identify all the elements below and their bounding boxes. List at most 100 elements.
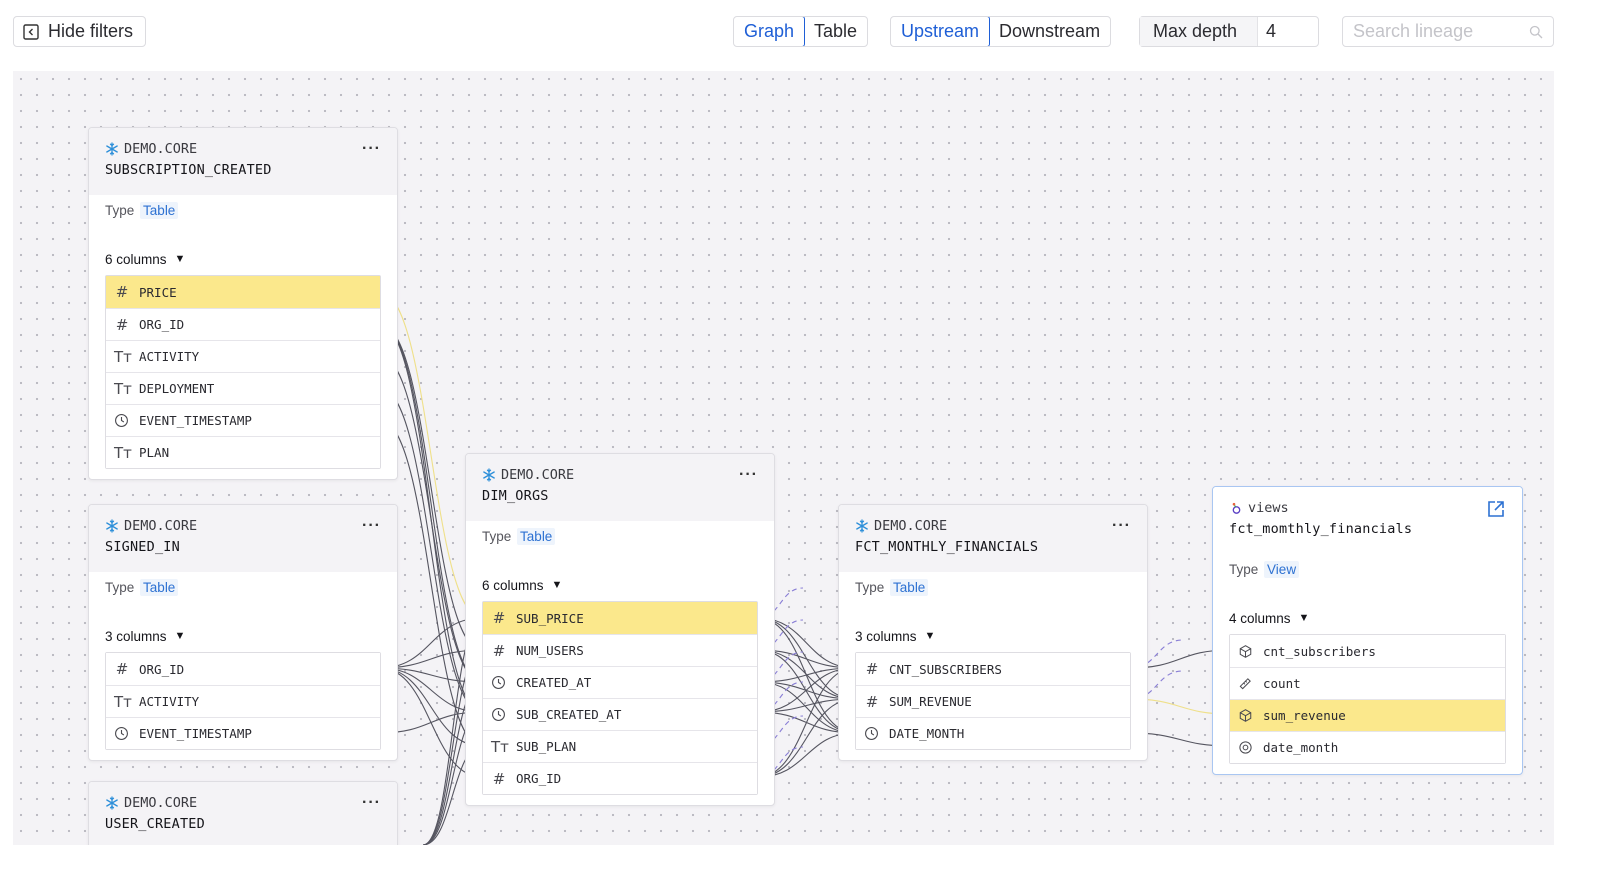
column-name: cnt_subscribers	[1263, 643, 1376, 659]
columns-toggle[interactable]: 6 columns ▼	[89, 243, 397, 275]
lineage-toolbar: Hide filters Graph Table Upstream Downst…	[0, 0, 1600, 64]
node-table-name: USER_CREATED	[105, 816, 205, 832]
column-row[interactable]: count	[1230, 667, 1505, 699]
caret-down-icon: ▼	[174, 253, 186, 265]
column-row[interactable]: Tт ACTIVITY	[106, 340, 380, 372]
node-views-fct-monthly-financials[interactable]: views fct_momthly_financials Type View 4…	[1212, 486, 1523, 775]
node-subscription-created[interactable]: DEMO.CORE SUBSCRIPTION_CREATED ··· Type …	[88, 127, 398, 480]
columns-toggle[interactable]: 4 columns ▼	[1213, 602, 1522, 634]
column-name: NUM_USERS	[516, 643, 584, 658]
hash-icon: #	[115, 660, 129, 678]
type-badge: Table	[140, 579, 179, 596]
column-row[interactable]: # SUB_PRICE	[483, 602, 757, 634]
node-fct-monthly-financials[interactable]: DEMO.CORE FCT_MONTHLY_FINANCIALS ··· Typ…	[838, 504, 1148, 761]
column-list: # PRICE # ORG_ID Tт ACTIVITY Tт DEPLOYMENT EVENT…	[105, 275, 381, 469]
table-view-button[interactable]: Table	[804, 17, 867, 46]
hash-icon: #	[115, 283, 129, 301]
column-row[interactable]: # ORG_ID	[106, 308, 380, 340]
ruler-icon	[1238, 676, 1254, 691]
column-row[interactable]: # NUM_USERS	[483, 634, 757, 666]
column-list: cnt_subscriberscount sum_revenue date_mont…	[1229, 634, 1506, 764]
node-type-line: Type Table	[466, 521, 774, 569]
clock-icon	[114, 726, 130, 741]
columns-toggle[interactable]: 3 columns ▼	[839, 620, 1147, 652]
hash-icon: #	[115, 315, 129, 334]
type-label: Type	[1229, 562, 1259, 577]
column-count: 6 columns	[482, 577, 544, 593]
external-link-icon[interactable]	[1486, 499, 1506, 519]
caret-down-icon: ▼	[551, 579, 563, 591]
clock-icon	[114, 413, 130, 428]
downstream-button[interactable]: Downstream	[989, 17, 1110, 46]
node-dim-orgs[interactable]: DEMO.CORE DIM_ORGS ··· Type Table 6 colu…	[465, 453, 775, 806]
column-row[interactable]: # SUM_REVENUE	[856, 685, 1130, 717]
upstream-button[interactable]: Upstream	[891, 17, 991, 46]
type-badge: Table	[890, 579, 929, 596]
column-row[interactable]: # ORG_ID	[106, 653, 380, 685]
node-schema: DEMO.CORE	[124, 141, 198, 157]
column-count: 6 columns	[105, 251, 167, 267]
search-icon	[1529, 25, 1543, 38]
column-row[interactable]: cnt_subscribers	[1230, 635, 1505, 667]
looker-icon	[1232, 502, 1241, 514]
column-row[interactable]: DATE_MONTH	[856, 717, 1130, 749]
node-header: DEMO.CORE SIGNED_IN ···	[89, 505, 397, 572]
lineage-graph-canvas[interactable]: DEMO.CORE SUBSCRIPTION_CREATED ··· Type …	[13, 71, 1554, 845]
clock-icon	[491, 707, 507, 722]
hash-icon: #	[865, 660, 879, 678]
column-row[interactable]: # ORG_ID	[483, 762, 757, 794]
column-row[interactable]: Tт SUB_PLAN	[483, 730, 757, 762]
columns-toggle[interactable]: 6 columns ▼	[466, 569, 774, 601]
snowflake-icon	[483, 468, 495, 482]
column-row[interactable]: # CNT_SUBSCRIBERS	[856, 653, 1130, 685]
hide-filters-button[interactable]: Hide filters	[13, 16, 147, 47]
text-type-icon: Tт	[114, 379, 132, 398]
node-schema: DEMO.CORE	[874, 518, 948, 534]
node-header: DEMO.CORE DIM_ORGS ···	[466, 454, 774, 521]
column-row[interactable]: Tт DEPLOYMENT	[106, 372, 380, 404]
measure-cube-icon	[1238, 644, 1254, 659]
column-name: PLAN	[139, 445, 170, 460]
dimension-icon	[1238, 740, 1254, 755]
type-label: Type	[105, 580, 135, 595]
column-name: date_month	[1263, 740, 1339, 755]
more-options-icon[interactable]: ···	[362, 517, 381, 535]
column-name: DATE_MONTH	[889, 726, 965, 741]
type-label: Type	[855, 580, 885, 595]
more-options-icon[interactable]: ···	[1112, 517, 1131, 535]
columns-toggle[interactable]: 3 columns ▼	[89, 620, 397, 652]
snowflake-icon	[856, 519, 868, 533]
graph-view-button[interactable]: Graph	[734, 17, 806, 46]
column-row[interactable]: Tт ACTIVITY	[106, 685, 380, 717]
search-lineage	[1342, 16, 1554, 47]
node-signed-in[interactable]: DEMO.CORE SIGNED_IN ··· Type Table 3 col…	[88, 504, 398, 761]
more-options-icon[interactable]: ···	[362, 140, 381, 158]
hash-icon: #	[492, 769, 506, 788]
column-row[interactable]: # PRICE	[106, 276, 380, 308]
max-depth-control: Max depth 4	[1139, 16, 1319, 47]
node-type-line: Type View	[1213, 554, 1522, 602]
max-depth-input[interactable]: 4	[1258, 17, 1318, 46]
column-name: SUB_CREATED_AT	[516, 707, 622, 722]
node-user-created[interactable]: DEMO.CORE USER_CREATED ···	[88, 781, 398, 845]
column-row[interactable]: SUB_CREATED_AT	[483, 698, 757, 730]
node-table-name: SIGNED_IN	[105, 539, 180, 555]
snowflake-icon	[106, 142, 118, 156]
column-row[interactable]: date_month	[1230, 731, 1505, 763]
column-row[interactable]: EVENT_TIMESTAMP	[106, 717, 380, 749]
column-name: DEPLOYMENT	[139, 381, 215, 396]
node-table-name: FCT_MONTHLY_FINANCIALS	[855, 539, 1039, 555]
more-options-icon[interactable]: ···	[362, 794, 381, 812]
column-row[interactable]: EVENT_TIMESTAMP	[106, 404, 380, 436]
column-name: ORG_ID	[139, 317, 185, 332]
more-options-icon[interactable]: ···	[739, 466, 758, 484]
node-header: views fct_momthly_financials	[1213, 487, 1522, 554]
view-mode-toggle: Graph Table	[733, 16, 869, 47]
node-table-name: DIM_ORGS	[482, 488, 549, 504]
column-row[interactable]: CREATED_AT	[483, 666, 757, 698]
text-type-icon: Tт	[114, 347, 132, 366]
search-input[interactable]	[1353, 21, 1529, 42]
column-row[interactable]: Tт PLAN	[106, 436, 380, 468]
column-row[interactable]: sum_revenue	[1230, 699, 1505, 731]
column-name: EVENT_TIMESTAMP	[139, 726, 252, 741]
